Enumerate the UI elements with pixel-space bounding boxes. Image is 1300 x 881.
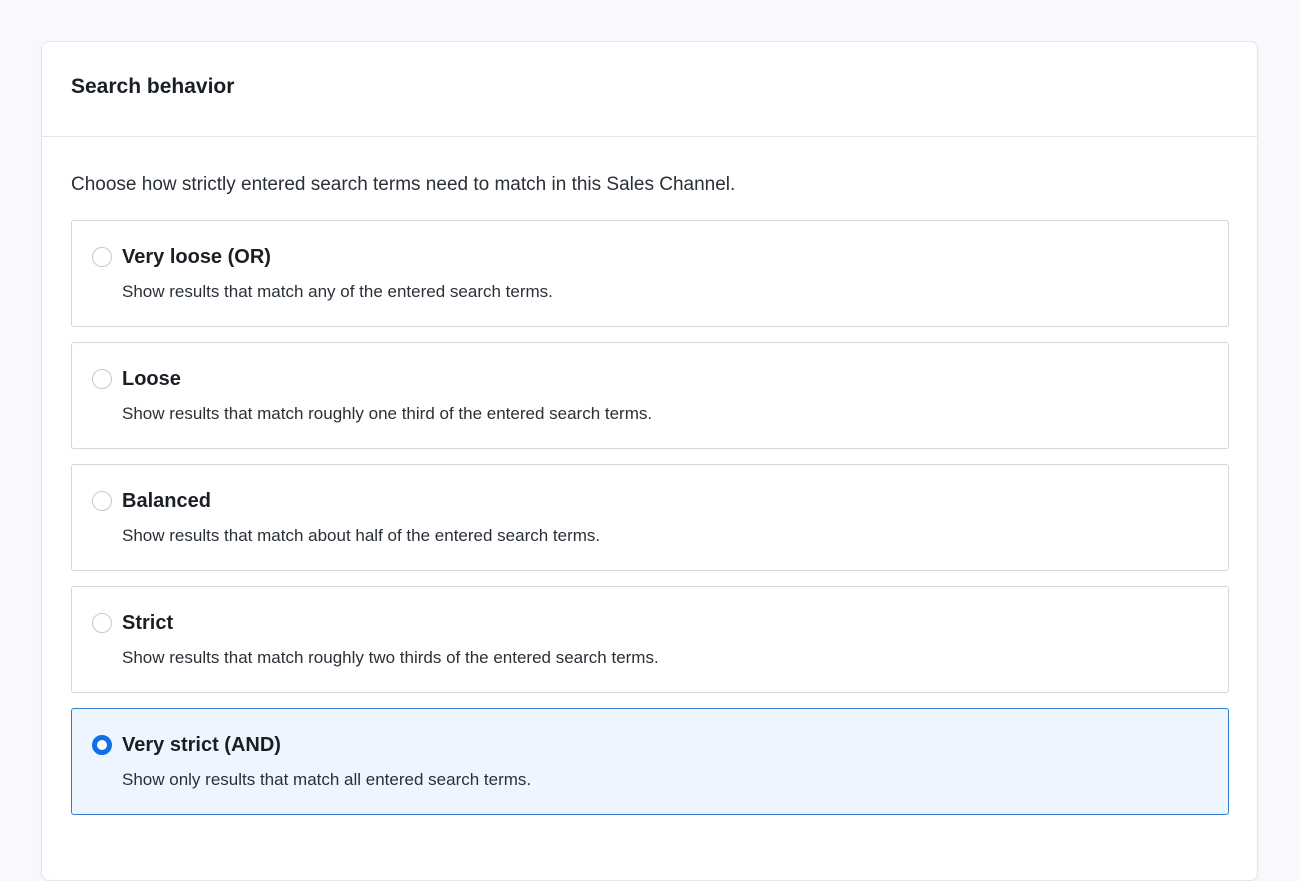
option-description: Show only results that match all entered… xyxy=(122,770,532,789)
option-strict[interactable]: Strict Show results that match roughly t… xyxy=(71,586,1229,693)
search-behavior-options: Very loose (OR) Show results that match … xyxy=(71,220,1229,815)
card-description: Choose how strictly entered search terms… xyxy=(71,174,736,195)
option-description: Show results that match roughly one thir… xyxy=(122,404,653,423)
option-very-loose[interactable]: Very loose (OR) Show results that match … xyxy=(71,220,1229,327)
radio-button[interactable] xyxy=(92,247,112,267)
option-description: Show results that match roughly two thir… xyxy=(122,648,659,667)
card-title: Search behavior xyxy=(71,75,235,98)
card-header: Search behavior xyxy=(42,42,1257,137)
option-description: Show results that match about half of th… xyxy=(122,526,601,545)
option-very-strict[interactable]: Very strict (AND) Show only results that… xyxy=(71,708,1229,815)
search-behavior-card: Search behavior Choose how strictly ente… xyxy=(41,41,1258,881)
option-description: Show results that match any of the enter… xyxy=(122,282,553,301)
radio-button[interactable] xyxy=(92,491,112,511)
radio-button[interactable] xyxy=(92,369,112,389)
card-body: Choose how strictly entered search terms… xyxy=(42,174,1257,815)
radio-button[interactable] xyxy=(92,613,112,633)
option-label: Strict xyxy=(122,612,174,634)
option-label: Very strict (AND) xyxy=(122,734,281,756)
option-label: Loose xyxy=(122,368,181,390)
option-loose[interactable]: Loose Show results that match roughly on… xyxy=(71,342,1229,449)
radio-button[interactable] xyxy=(92,735,112,755)
option-label: Balanced xyxy=(122,490,211,512)
option-label: Very loose (OR) xyxy=(122,246,271,268)
option-balanced[interactable]: Balanced Show results that match about h… xyxy=(71,464,1229,571)
